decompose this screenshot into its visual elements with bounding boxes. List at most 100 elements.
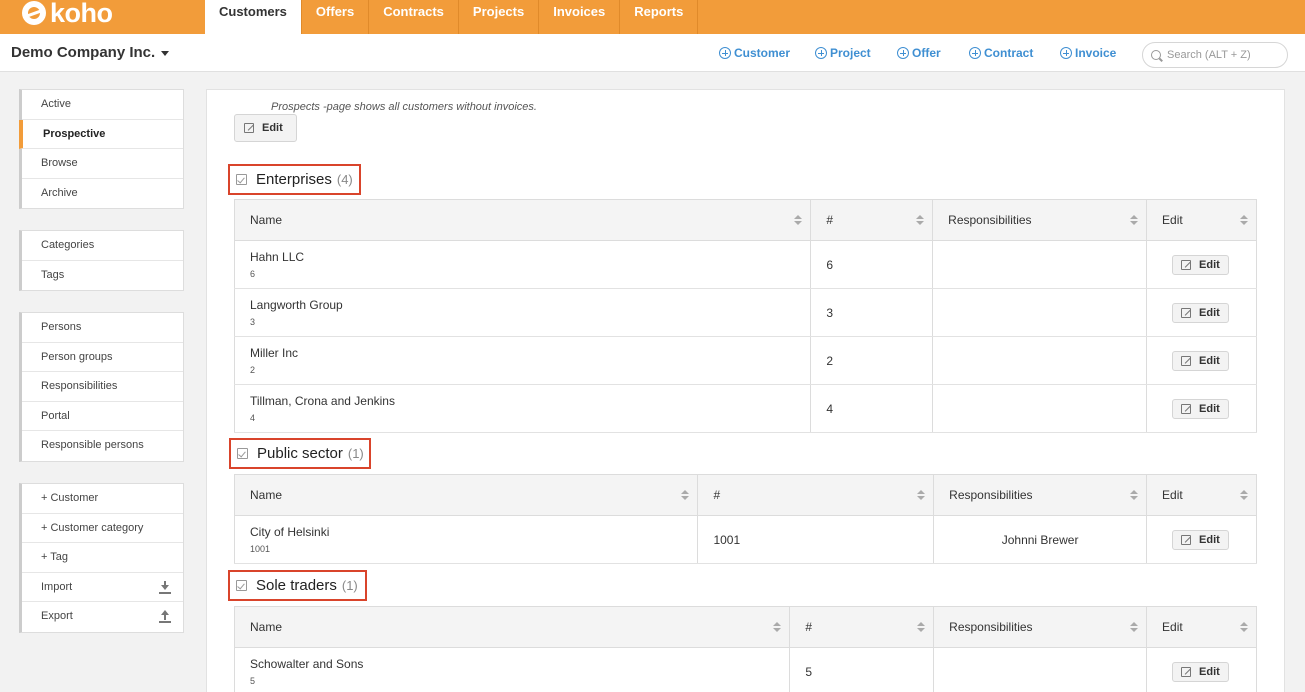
sort-icon[interactable] — [1130, 622, 1139, 633]
table-row[interactable]: City of Helsinki 1001 1001 Johnni Brewer … — [234, 515, 1257, 564]
column-header-edit[interactable]: Edit — [1146, 474, 1257, 516]
customer-name-cell[interactable]: City of Helsinki 1001 — [234, 515, 699, 564]
table-row[interactable]: Tillman, Crona and Jenkins 4 4 Edit — [234, 384, 1257, 433]
customer-name-cell[interactable]: Hahn LLC 6 — [234, 240, 812, 289]
koho-logo[interactable]: koho — [22, 0, 113, 28]
sort-icon[interactable] — [794, 215, 803, 226]
edit-row-button[interactable]: Edit — [1172, 254, 1230, 275]
column-header-number[interactable]: # — [789, 606, 935, 648]
sort-icon[interactable] — [1130, 490, 1139, 501]
column-label: # — [805, 620, 813, 634]
column-header-number[interactable]: # — [810, 199, 934, 241]
logo-text: koho — [50, 0, 113, 28]
sidebar-item-persons[interactable]: Persons — [22, 313, 183, 343]
checkbox-icon[interactable] — [236, 174, 247, 185]
sidebar-item-portal[interactable]: Portal — [22, 402, 183, 431]
column-header-responsibilities[interactable]: Responsibilities — [932, 199, 1148, 241]
sidebar-item-tags[interactable]: Tags — [22, 261, 183, 291]
customer-number-small: 2 — [250, 365, 256, 375]
tab-customers[interactable]: Customers — [205, 0, 302, 34]
edit-description-button[interactable]: Edit — [234, 114, 297, 142]
customer-name-cell[interactable]: Schowalter and Sons 5 — [234, 647, 791, 692]
new-project-link[interactable]: Project — [815, 46, 871, 60]
column-header-name[interactable]: Name — [234, 606, 791, 648]
new-customer-link[interactable]: Customer — [719, 46, 790, 60]
customer-name[interactable]: Schowalter and Sons — [250, 657, 789, 671]
customer-name-cell[interactable]: Miller Inc 2 — [234, 336, 812, 385]
customer-name[interactable]: City of Helsinki — [250, 525, 697, 539]
sort-icon[interactable] — [1130, 215, 1139, 226]
customer-name[interactable]: Tillman, Crona and Jenkins — [250, 394, 810, 408]
sort-icon[interactable] — [916, 215, 925, 226]
edit-row-button[interactable]: Edit — [1172, 661, 1230, 682]
sidebar-item-browse[interactable]: Browse — [22, 149, 183, 179]
search-input[interactable] — [1167, 49, 1282, 61]
group-heading-enterprises[interactable]: Enterprises (4) — [228, 164, 361, 195]
sort-icon[interactable] — [1240, 215, 1248, 226]
checkbox-icon[interactable] — [237, 448, 248, 459]
sidebar-item-categories[interactable]: Categories — [22, 231, 183, 261]
plus-circle-icon — [719, 47, 731, 59]
column-header-edit[interactable]: Edit — [1146, 199, 1257, 241]
new-offer-link[interactable]: Offer — [897, 46, 941, 60]
sidebar-item-person-groups[interactable]: Person groups — [22, 343, 183, 372]
sort-icon[interactable] — [1240, 622, 1248, 633]
sidebar-item-add-customer[interactable]: + Customer — [22, 484, 183, 514]
edit-cell: Edit — [1146, 288, 1257, 337]
table-row[interactable]: Hahn LLC 6 6 Edit — [234, 240, 1257, 289]
column-header-responsibilities[interactable]: Responsibilities — [933, 606, 1148, 648]
group-count: (1) — [347, 446, 364, 461]
search-box[interactable] — [1142, 42, 1288, 68]
top-bar: koho Customers Offers Contracts Projects… — [0, 0, 1305, 34]
checkbox-icon[interactable] — [236, 580, 247, 591]
column-header-number[interactable]: # — [697, 474, 935, 516]
table-row[interactable]: Miller Inc 2 2 Edit — [234, 336, 1257, 385]
edit-cell: Edit — [1146, 647, 1257, 692]
tab-offers[interactable]: Offers — [302, 0, 370, 34]
table-header-row: Name # Responsibilities Edit — [234, 474, 1257, 516]
company-selector[interactable]: Demo Company Inc. — [11, 44, 170, 61]
sort-icon[interactable] — [1240, 490, 1248, 501]
sidebar-item-responsibilities[interactable]: Responsibilities — [22, 372, 183, 402]
sidebar-item-add-tag[interactable]: + Tag — [22, 543, 183, 573]
edit-row-button[interactable]: Edit — [1172, 529, 1230, 550]
new-invoice-link[interactable]: Invoice — [1060, 46, 1116, 60]
table-row[interactable]: Schowalter and Sons 5 5 Edit — [234, 647, 1257, 692]
customer-name-cell[interactable]: Langworth Group 3 — [234, 288, 812, 337]
sort-icon[interactable] — [773, 622, 782, 633]
edit-row-button[interactable]: Edit — [1172, 398, 1230, 419]
sidebar-item-export[interactable]: Export — [22, 602, 183, 632]
tab-reports[interactable]: Reports — [620, 0, 699, 34]
table-row[interactable]: Langworth Group 3 3 Edit — [234, 288, 1257, 337]
sort-icon[interactable] — [917, 490, 926, 501]
sidebar-item-label: Import — [41, 580, 73, 593]
sidebar-item-active[interactable]: Active — [22, 90, 183, 120]
sidebar-item-import[interactable]: Import — [22, 573, 183, 602]
plus-circle-icon — [969, 47, 981, 59]
column-header-edit[interactable]: Edit — [1146, 606, 1257, 648]
sidebar-item-archive[interactable]: Archive — [22, 179, 183, 209]
sidebar-item-add-customer-category[interactable]: + Customer category — [22, 514, 183, 543]
responsibilities-cell — [932, 240, 1148, 289]
customer-name-cell[interactable]: Tillman, Crona and Jenkins 4 — [234, 384, 812, 433]
group-heading-public-sector[interactable]: Public sector (1) — [229, 438, 371, 469]
tab-contracts[interactable]: Contracts — [369, 0, 459, 34]
edit-icon — [1181, 259, 1192, 270]
customer-name[interactable]: Hahn LLC — [250, 250, 810, 264]
column-header-name[interactable]: Name — [234, 474, 699, 516]
sort-icon[interactable] — [681, 490, 690, 501]
edit-row-button[interactable]: Edit — [1172, 350, 1230, 371]
tab-invoices[interactable]: Invoices — [539, 0, 621, 34]
sidebar-item-responsible-persons[interactable]: Responsible persons — [22, 431, 183, 461]
edit-cell: Edit — [1146, 240, 1257, 289]
column-header-name[interactable]: Name — [234, 199, 812, 241]
tab-projects[interactable]: Projects — [459, 0, 540, 34]
column-header-responsibilities[interactable]: Responsibilities — [933, 474, 1148, 516]
group-heading-sole-traders[interactable]: Sole traders (1) — [228, 570, 367, 601]
customer-name[interactable]: Langworth Group — [250, 298, 810, 312]
customer-name[interactable]: Miller Inc — [250, 346, 810, 360]
new-contract-link[interactable]: Contract — [969, 46, 1033, 60]
sort-icon[interactable] — [917, 622, 926, 633]
edit-row-button[interactable]: Edit — [1172, 302, 1230, 323]
sidebar-item-prospective[interactable]: Prospective — [19, 119, 183, 149]
